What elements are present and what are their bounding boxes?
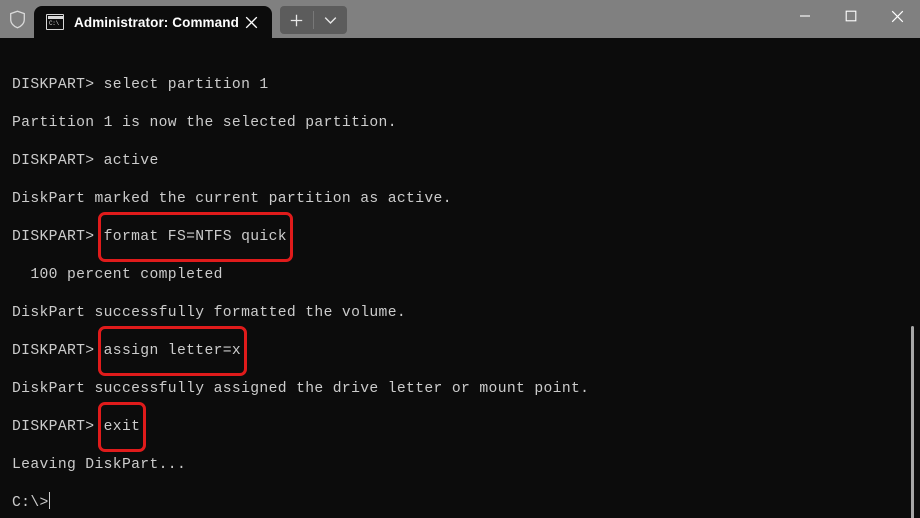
terminal-line: DISKPART> assign letter=x <box>12 326 589 376</box>
maximize-icon <box>845 10 857 22</box>
shield-icon <box>0 0 34 38</box>
terminal-text: Partition 1 is now the selected partitio… <box>12 115 397 131</box>
terminal-text: 100 percent completed <box>12 267 223 283</box>
terminal-output-area[interactable]: DISKPART> select partition 1 Partition 1 … <box>0 38 920 518</box>
maximize-button[interactable] <box>828 0 874 32</box>
tab-dropdown-button[interactable] <box>314 6 347 34</box>
highlighted-command: exit <box>97 402 147 452</box>
terminal-line: C:\> <box>12 484 589 518</box>
terminal-scrollbar[interactable] <box>906 76 920 518</box>
terminal-line: Leaving DiskPart... <box>12 446 589 484</box>
terminal-line: DISKPART> exit <box>12 402 589 452</box>
terminal-text: C:\> <box>12 495 49 511</box>
highlighted-command: format FS=NTFS quick <box>97 212 293 262</box>
tab-actions-group <box>280 6 347 34</box>
text-cursor <box>48 492 51 509</box>
tab-administrator-command-prompt[interactable]: C:\ Administrator: Command Pro <box>34 6 272 38</box>
chevron-down-icon <box>324 16 337 24</box>
terminal-text: Leaving DiskPart... <box>12 457 187 473</box>
highlighted-command: assign letter=x <box>97 326 248 376</box>
terminal-text: DiskPart marked the current partition as… <box>12 191 452 207</box>
terminal-prompt: DISKPART> <box>12 419 104 435</box>
terminal-text: DISKPART> active <box>12 153 159 169</box>
terminal-line: DISKPART> format FS=NTFS quick <box>12 212 589 262</box>
close-button[interactable] <box>874 0 920 32</box>
terminal-prompt: DISKPART> <box>12 229 104 245</box>
terminal-line: DISKPART> select partition 1 <box>12 66 589 104</box>
terminal-text: DiskPart successfully assigned the drive… <box>12 381 590 397</box>
minimize-button[interactable] <box>782 0 828 32</box>
terminal-line: DiskPart successfully formatted the volu… <box>12 294 589 332</box>
tab-close-icon[interactable] <box>238 9 264 35</box>
terminal-lines: DISKPART> select partition 1 Partition 1 … <box>0 38 589 518</box>
terminal-line: Partition 1 is now the selected partitio… <box>12 104 589 142</box>
scrollbar-thumb[interactable] <box>911 326 914 518</box>
command-prompt-window: C:\ Administrator: Command Pro <box>0 0 920 518</box>
console-icon-prompt-text: C:\ <box>49 20 59 27</box>
title-bar: C:\ Administrator: Command Pro <box>0 0 920 38</box>
plus-icon <box>290 14 303 26</box>
close-icon <box>891 10 903 22</box>
terminal-line: DiskPart marked the current partition as… <box>12 180 589 218</box>
terminal-line: DiskPart successfully assigned the drive… <box>12 370 589 408</box>
minimize-icon <box>800 15 810 17</box>
terminal-prompt: DISKPART> <box>12 343 104 359</box>
terminal-text: DiskPart successfully formatted the volu… <box>12 305 407 321</box>
console-window-icon: C:\ <box>46 14 64 30</box>
window-drag-region <box>347 0 782 38</box>
terminal-line: 100 percent completed <box>12 256 589 294</box>
tab-title: Administrator: Command Pro <box>74 14 238 30</box>
new-tab-button[interactable] <box>280 6 313 34</box>
window-controls <box>782 0 920 38</box>
terminal-line: DISKPART> active <box>12 142 589 180</box>
terminal-text: DISKPART> select partition 1 <box>12 77 269 93</box>
